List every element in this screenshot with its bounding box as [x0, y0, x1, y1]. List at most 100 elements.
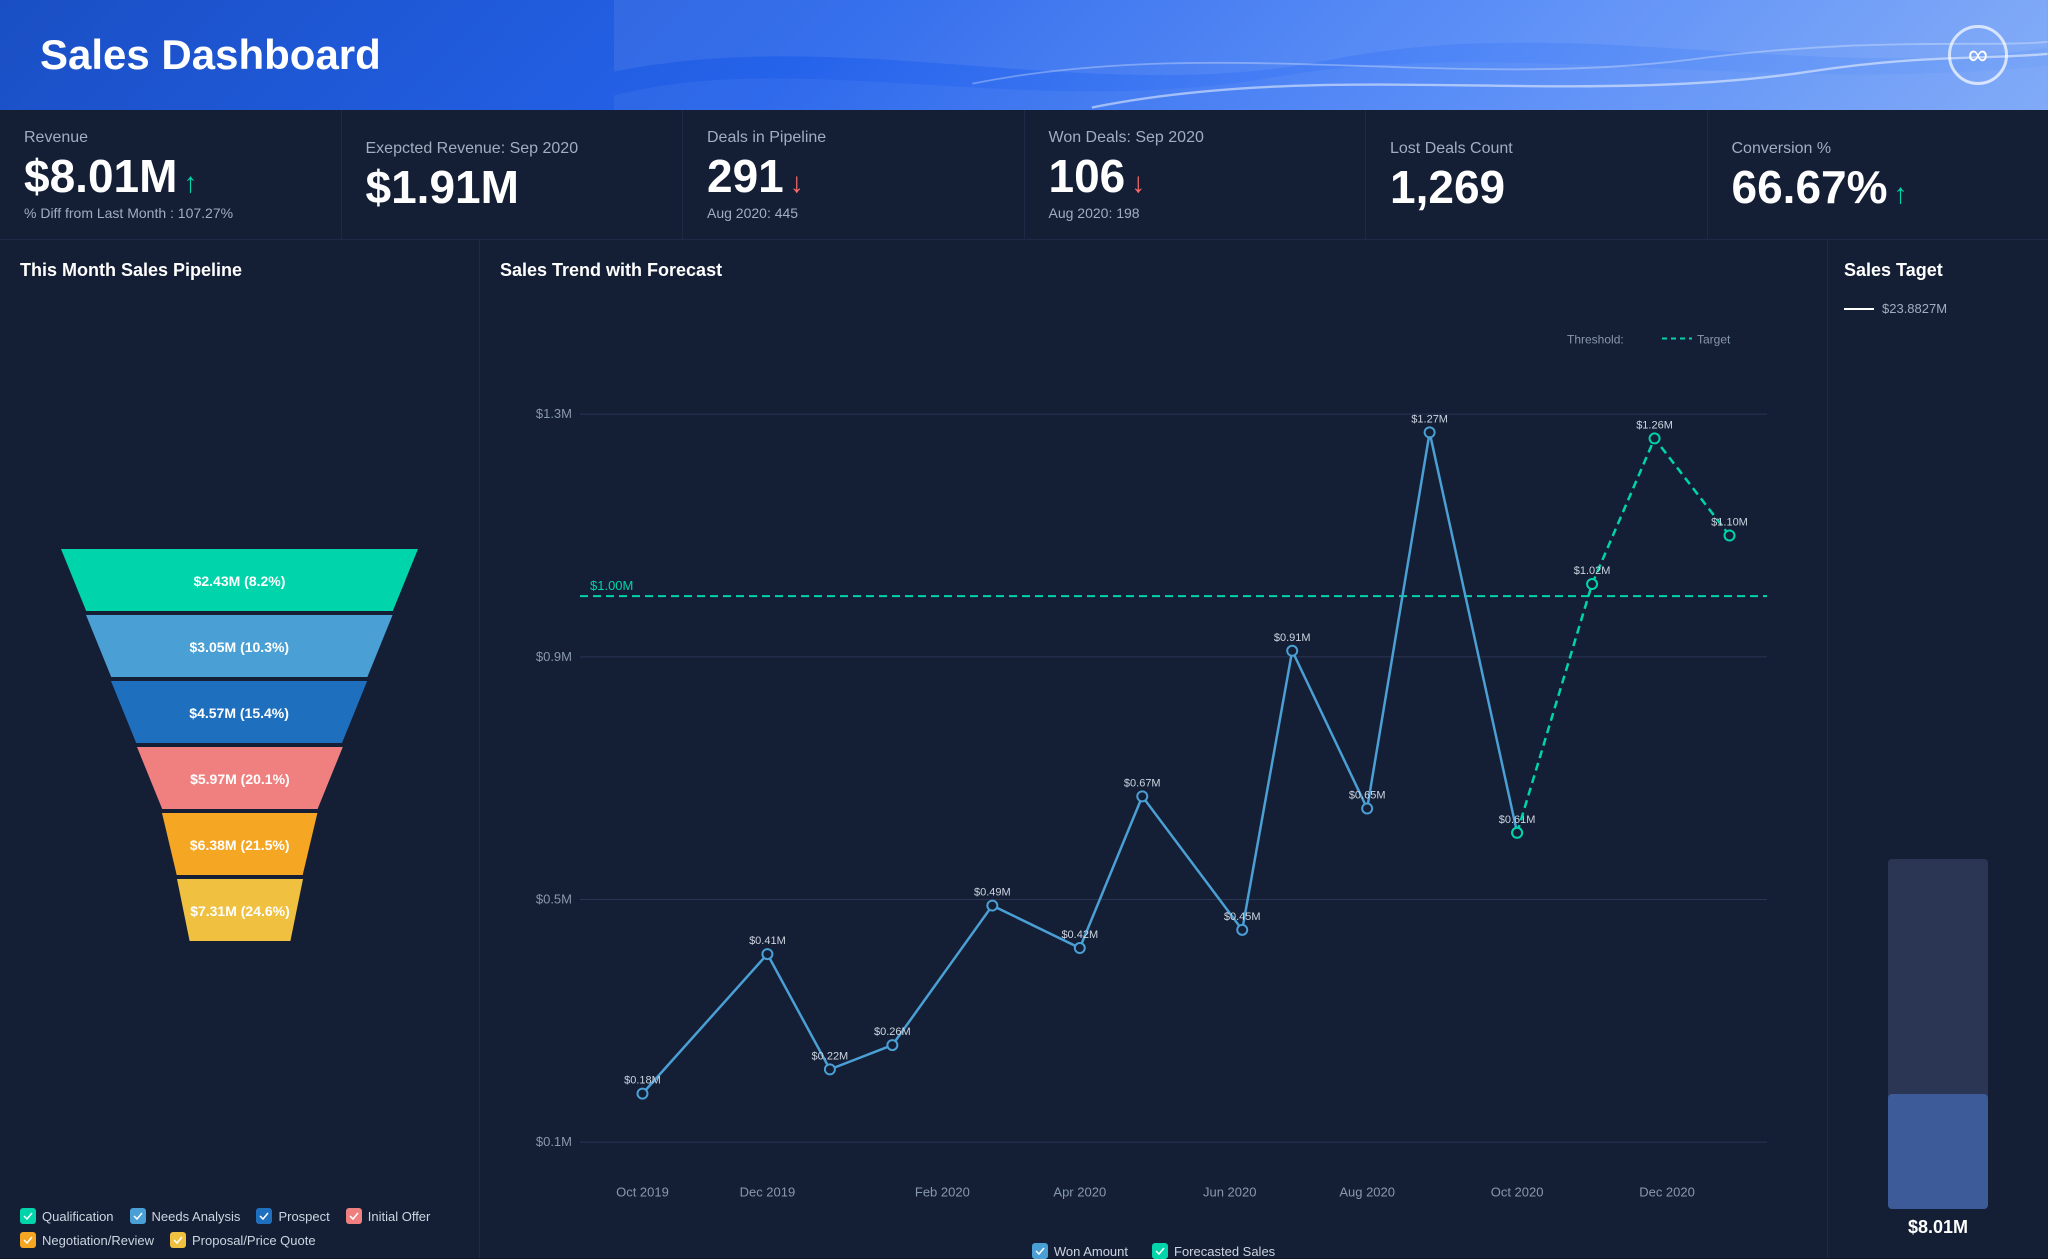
kpi-value: 291: [707, 153, 784, 199]
legend-label: Needs Analysis: [152, 1209, 241, 1224]
svg-text:$1.00M: $1.00M: [590, 578, 633, 593]
legend-label: Qualification: [42, 1209, 114, 1224]
svg-text:Dec 2020: Dec 2020: [1639, 1185, 1695, 1200]
chart-title: Sales Trend with Forecast: [500, 260, 1807, 281]
svg-text:Oct 2019: Oct 2019: [616, 1185, 669, 1200]
funnel-legend-item: Needs Analysis: [130, 1208, 241, 1224]
legend-label: Initial Offer: [368, 1209, 431, 1224]
kpi-sub: Aug 2020: 198: [1049, 205, 1342, 221]
funnel-title: This Month Sales Pipeline: [20, 260, 459, 281]
chart-legend-checkbox: [1152, 1243, 1168, 1259]
funnel-legend-item: Qualification: [20, 1208, 114, 1224]
kpi-card-0: Revenue$8.01M↑% Diff from Last Month : 1…: [0, 110, 342, 239]
legend-checkbox: [170, 1232, 186, 1248]
svg-text:$0.42M: $0.42M: [1061, 929, 1098, 941]
chart-legend-label: Forecasted Sales: [1174, 1244, 1275, 1259]
legend-checkbox: [20, 1208, 36, 1224]
header: Sales Dashboard ∞: [0, 0, 2048, 110]
svg-text:$0.5M: $0.5M: [536, 892, 572, 907]
svg-text:$0.49M: $0.49M: [974, 887, 1011, 899]
funnel-legend: Qualification Needs Analysis Prospect Initi…: [20, 1208, 459, 1248]
chart-legend-label: Won Amount: [1054, 1244, 1128, 1259]
header-title: Sales Dashboard: [40, 31, 381, 79]
kpi-label: Revenue: [24, 129, 317, 147]
funnel-legend-item: Proposal/Price Quote: [170, 1232, 316, 1248]
legend-checkbox: [130, 1208, 146, 1224]
svg-text:$1.10M: $1.10M: [1711, 517, 1748, 529]
legend-label: Prospect: [278, 1209, 329, 1224]
svg-text:Feb 2020: Feb 2020: [915, 1185, 970, 1200]
chart-panel: Sales Trend with Forecast $0.1M $0.5M $0.9…: [480, 240, 1828, 1258]
svg-text:$0.67M: $0.67M: [1124, 777, 1161, 789]
kpi-card-4: Lost Deals Count 1,269: [1366, 110, 1708, 239]
svg-text:Target: Target: [1697, 333, 1731, 347]
target-bar-label: $8.01M: [1908, 1217, 1968, 1238]
svg-text:$0.22M: $0.22M: [812, 1050, 849, 1062]
kpi-value: $1.91M: [366, 164, 519, 210]
header-logo: ∞: [1948, 25, 2008, 85]
svg-text:$4.57M (15.4%): $4.57M (15.4%): [190, 705, 290, 721]
chart-legend: Won Amount Forecasted Sales: [500, 1243, 1807, 1259]
legend-checkbox: [20, 1232, 36, 1248]
svg-text:$0.1M: $0.1M: [536, 1134, 572, 1149]
svg-text:$0.9M: $0.9M: [536, 649, 572, 664]
kpi-card-5: Conversion %66.67%↑: [1708, 110, 2048, 239]
svg-text:$1.3M: $1.3M: [536, 406, 572, 421]
svg-text:$0.18M: $0.18M: [624, 1075, 661, 1087]
svg-text:$0.61M: $0.61M: [1499, 814, 1536, 826]
kpi-card-3: Won Deals: Sep 2020106↓Aug 2020: 198: [1025, 110, 1367, 239]
funnel-legend-item: Negotiation/Review: [20, 1232, 154, 1248]
funnel-segment: $4.57M (15.4%): [111, 681, 367, 743]
svg-text:$1.27M: $1.27M: [1411, 413, 1448, 425]
svg-text:$0.91M: $0.91M: [1274, 632, 1311, 644]
kpi-value: 1,269: [1390, 164, 1505, 210]
svg-text:$0.26M: $0.26M: [874, 1026, 911, 1038]
svg-text:Apr 2020: Apr 2020: [1053, 1185, 1106, 1200]
svg-text:$7.31M (24.6%): $7.31M (24.6%): [190, 903, 290, 919]
svg-text:$1.02M: $1.02M: [1574, 565, 1611, 577]
kpi-label: Lost Deals Count: [1390, 140, 1683, 158]
funnel-legend-item: Prospect: [256, 1208, 329, 1224]
svg-text:Dec 2019: Dec 2019: [740, 1185, 796, 1200]
funnel-legend-item: Initial Offer: [346, 1208, 431, 1224]
funnel-panel: This Month Sales Pipeline $2.43M (8.2%)$…: [0, 240, 480, 1258]
legend-label: Negotiation/Review: [42, 1233, 154, 1248]
funnel-container: $2.43M (8.2%) $3.05M (10.3%) $4.57M (15.4%…: [20, 301, 459, 1198]
funnel-segment: $2.43M (8.2%): [61, 549, 418, 611]
svg-text:Jun 2020: Jun 2020: [1203, 1185, 1257, 1200]
target-title: Sales Taget: [1844, 260, 2032, 281]
svg-text:$3.05M (10.3%): $3.05M (10.3%): [190, 639, 290, 655]
kpi-label: Won Deals: Sep 2020: [1049, 129, 1342, 147]
svg-text:$0.45M: $0.45M: [1224, 911, 1261, 923]
chart-svg: $0.1M $0.5M $0.9M $1.3M $1.00M Threshold: Targ…: [500, 301, 1807, 1235]
legend-checkbox: [346, 1208, 362, 1224]
target-bar-wrapper: [1888, 859, 1988, 1209]
kpi-arrow: ↑: [183, 167, 197, 199]
kpi-label: Exepcted Revenue: Sep 2020: [366, 140, 659, 158]
target-bar-fill: [1888, 1094, 1988, 1210]
chart-legend-item: Forecasted Sales: [1152, 1243, 1275, 1259]
main-content: This Month Sales Pipeline $2.43M (8.2%)$…: [0, 240, 2048, 1258]
kpi-card-2: Deals in Pipeline291↓Aug 2020: 445: [683, 110, 1025, 239]
svg-text:Oct 2020: Oct 2020: [1491, 1185, 1544, 1200]
kpi-row: Revenue$8.01M↑% Diff from Last Month : 1…: [0, 110, 2048, 240]
target-bar-container: $8.01M: [1844, 320, 2032, 1238]
kpi-sub: % Diff from Last Month : 107.27%: [24, 205, 317, 221]
kpi-card-1: Exepcted Revenue: Sep 2020 $1.91M: [342, 110, 684, 239]
svg-text:$5.97M (20.1%): $5.97M (20.1%): [190, 771, 290, 787]
target-line-value: $23.8827M: [1882, 301, 1947, 316]
svg-text:$0.65M: $0.65M: [1349, 790, 1386, 802]
legend-checkbox: [256, 1208, 272, 1224]
svg-text:Threshold:: Threshold:: [1567, 333, 1624, 347]
funnel-segment: $7.31M (24.6%): [177, 879, 303, 941]
svg-text:$2.43M (8.2%): $2.43M (8.2%): [194, 573, 286, 589]
kpi-label: Conversion %: [1732, 140, 2025, 158]
header-wave: [614, 0, 2048, 110]
kpi-label: Deals in Pipeline: [707, 129, 1000, 147]
funnel-segment: $6.38M (21.5%): [162, 813, 317, 875]
svg-text:$0.41M: $0.41M: [749, 935, 786, 947]
chart-legend-item: Won Amount: [1032, 1243, 1128, 1259]
legend-label: Proposal/Price Quote: [192, 1233, 316, 1248]
funnel-segment: $5.97M (20.1%): [137, 747, 343, 809]
svg-text:Aug 2020: Aug 2020: [1339, 1185, 1395, 1200]
